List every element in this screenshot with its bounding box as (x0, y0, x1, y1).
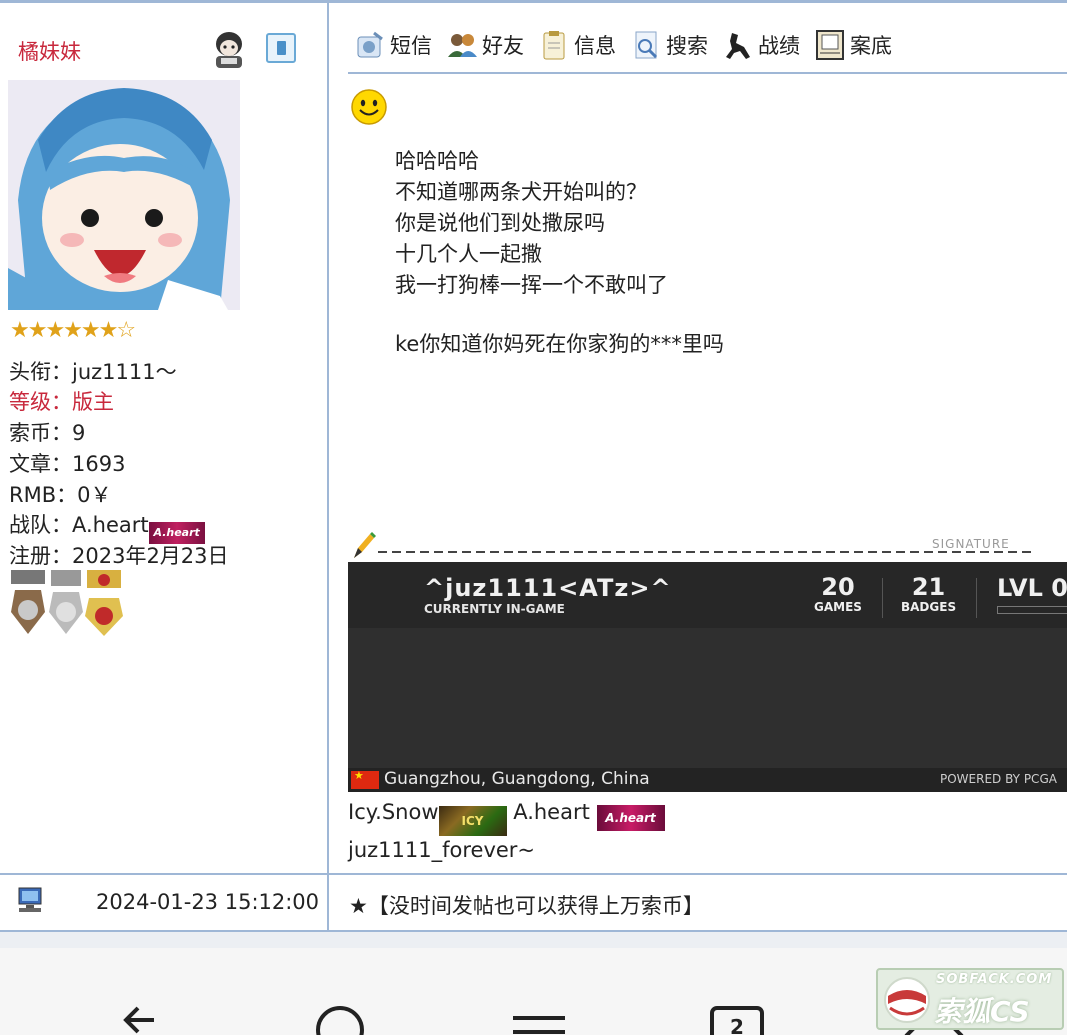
site-watermark: SOBFACK.COM 索狐CS (876, 968, 1064, 1030)
toolbar-info-label: 信息 (574, 34, 616, 58)
computer-icon (18, 887, 42, 912)
bottom-strip (0, 932, 1067, 948)
level-value: LVL 0 (997, 574, 1067, 602)
toolbar-file-label: 案底 (850, 34, 892, 58)
author-rmb: RMB：0￥ (9, 483, 112, 507)
author-coins: 索币：9 (9, 421, 86, 445)
powered-by: POWERED BY PCGA (940, 772, 1057, 786)
post-line: ke你知道你妈死在你家狗的***里吗 (395, 332, 724, 356)
friends-icon (448, 34, 477, 57)
file-icon (816, 30, 844, 60)
top-border (0, 0, 1067, 3)
signature-line-2: juz1111_forever~ (348, 838, 536, 862)
toolbar-search[interactable]: 搜索 (630, 29, 708, 61)
toolbar-message-label: 短信 (390, 34, 432, 58)
toolbar-record-label: 战绩 (758, 34, 800, 58)
watermark-title: 索狐CS (934, 995, 1030, 1028)
toolbar-record[interactable]: 战绩 (722, 29, 800, 61)
user-toolbar: 短信 好友 信息 搜索 战绩 案底 (354, 26, 906, 64)
rank-stars: ★★★★★★☆ (10, 318, 136, 343)
info-icon (543, 31, 565, 60)
profile-icon[interactable] (266, 33, 296, 63)
watermark-logo-icon (884, 977, 930, 1023)
signature-line-1: Icy.Snow ICY A.heart A.heart (348, 798, 665, 836)
game-player-status: CURRENTLY IN-GAME (424, 602, 565, 616)
medal-icon (49, 570, 83, 634)
badges-value: 21 (911, 573, 946, 601)
post-line: 不知道哪两条犬开始叫的？ (395, 180, 647, 204)
svg-text:2: 2 (730, 1015, 744, 1035)
post-container: 橘妹妹 ★★★★★★☆ 头衔：juz1111～ 等级：版主 索币：9 文章：16… (0, 0, 1067, 948)
medals (11, 570, 123, 636)
medal-icon (85, 570, 123, 636)
pencil-icon (354, 532, 376, 558)
star-empty-icon: ☆ (116, 318, 136, 343)
footer-divider (0, 873, 1067, 875)
signature-label: SIGNATURE (932, 537, 1010, 551)
toolbar-file[interactable]: 案底 (814, 29, 892, 61)
author-title: 头衔：juz1111～ (9, 360, 177, 384)
search-icon (635, 31, 658, 59)
star-icon: ★★★★★★ (10, 318, 118, 343)
signature-text: Icy.Snow ICY A.heart A.heart juz1111_fore… (348, 798, 665, 864)
avatar (8, 80, 240, 310)
badges-stat: 21 BADGES (901, 574, 956, 614)
author-team: 战队：A.heart A.heart (9, 509, 205, 544)
game-player-name: ^juz1111<ATz>^ (424, 574, 672, 602)
online-status-icon (216, 32, 242, 68)
message-icon (357, 31, 383, 58)
post-line: 我一打狗棒一挥一个不敢叫了 (395, 273, 668, 297)
toolbar-info[interactable]: 信息 (538, 29, 616, 61)
china-flag-icon (351, 769, 379, 789)
toolbar-divider (348, 72, 1067, 74)
stat-separator (882, 578, 883, 618)
author-posts: 文章：1693 (9, 452, 126, 476)
home-icon[interactable] (300, 996, 380, 1035)
toolbar-search-label: 搜索 (666, 34, 708, 58)
signature-icy-label: Icy.Snow (348, 800, 439, 824)
author-level: 等级：版主 (9, 390, 114, 414)
column-divider (327, 0, 329, 948)
games-stat: 20 GAMES (814, 574, 862, 614)
watermark-url: SOBFACK.COM (936, 972, 1053, 987)
toolbar-friends[interactable]: 好友 (446, 29, 524, 61)
smiley-icon (351, 89, 387, 125)
game-stats-card[interactable]: ^juz1111<ATz>^ CURRENTLY IN-GAME 20 GAME… (348, 562, 1067, 792)
toolbar-friends-label: 好友 (482, 34, 524, 58)
stat-separator (976, 578, 977, 618)
recent-apps-icon[interactable]: 2 (696, 996, 776, 1035)
post-line: 十几个人一起撒 (395, 242, 542, 266)
badges-label: BADGES (901, 600, 957, 614)
medal-icon (11, 570, 45, 634)
post-timestamp: 2024-01-23 15:12:00 (96, 890, 320, 914)
level-progress-bar (997, 606, 1067, 614)
game-location: Guangzhou, Guangdong, China (384, 769, 650, 789)
toolbar-message[interactable]: 短信 (354, 29, 432, 61)
games-value: 20 (821, 573, 855, 601)
author-team-label: 战队：A.heart (9, 513, 149, 537)
signature-aheart-label: A.heart (506, 800, 597, 824)
footer-announcement[interactable]: ★【没时间发帖也可以获得上万索币】 (349, 890, 704, 920)
menu-icon[interactable] (499, 996, 579, 1035)
post-content: 哈哈哈哈 不知道哪两条犬开始叫的？ 你是说他们到处撒尿吗 十几个人一起撒 我一打… (395, 146, 724, 360)
post-line: 哈哈哈哈 (395, 149, 479, 173)
games-label: GAMES (814, 600, 862, 614)
post-line: 你是说他们到处撒尿吗 (395, 211, 605, 235)
back-arrow-icon[interactable] (106, 996, 186, 1035)
author-register: 注册：2023年2月23日 (9, 544, 229, 568)
aheart-badge: A.heart (596, 805, 665, 831)
post-gap (395, 301, 724, 329)
record-icon (726, 33, 750, 59)
icy-badge: ICY (438, 806, 507, 836)
author-name[interactable]: 橘妹妹 (18, 36, 81, 66)
